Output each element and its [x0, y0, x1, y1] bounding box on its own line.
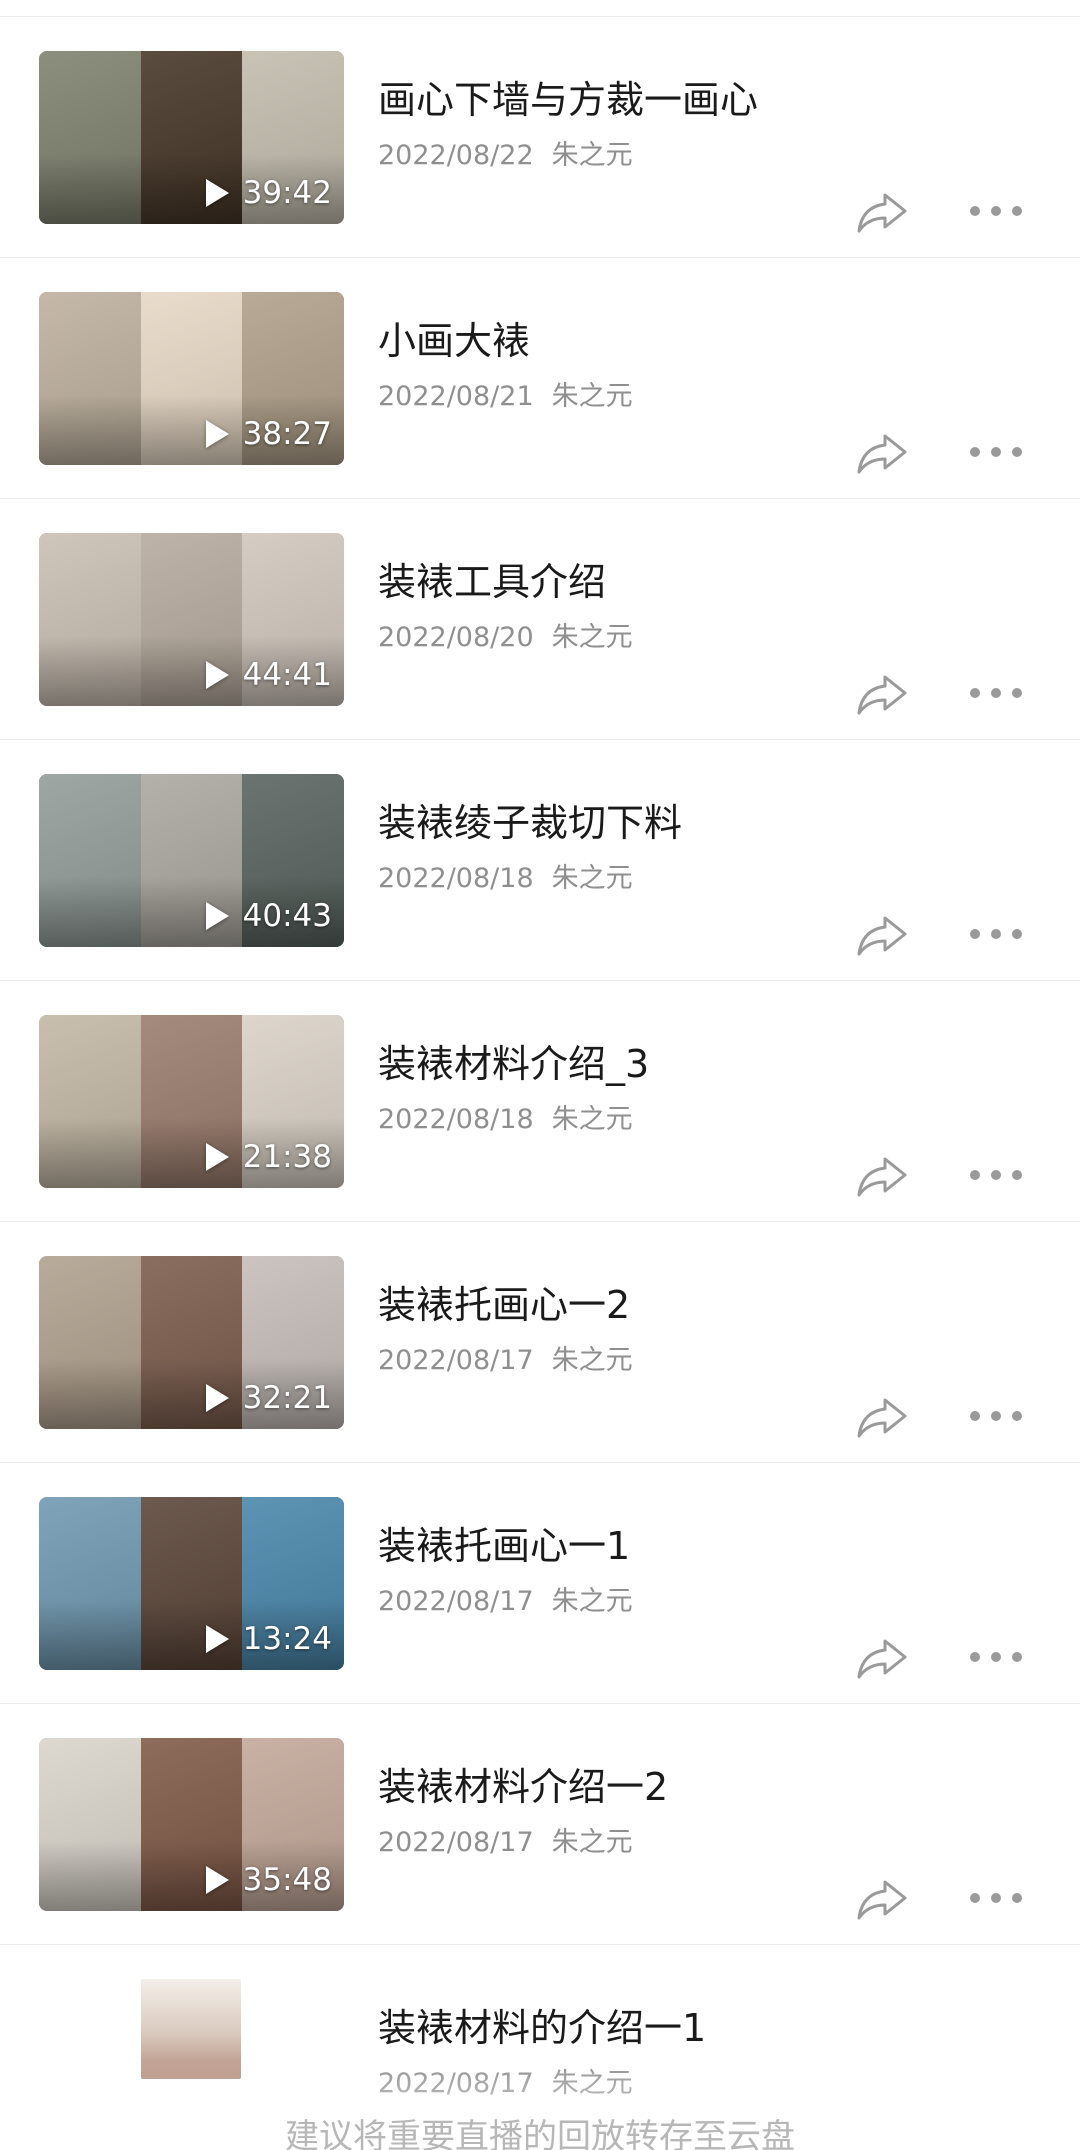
more-options-icon[interactable] — [970, 1408, 1022, 1424]
duration-badge: 21:38 — [205, 1139, 332, 1175]
duration-badge: 44:41 — [205, 657, 332, 693]
video-item[interactable]: 44:41 装裱工具介绍 2022/08/20 朱之元 — [0, 499, 1080, 740]
duration-badge: 39:42 — [205, 175, 332, 211]
video-meta: 2022/08/17 朱之元 — [378, 1345, 633, 1377]
video-meta: 2022/08/22 朱之元 — [378, 140, 633, 172]
video-date: 2022/08/17 — [378, 1345, 534, 1376]
video-meta: 2022/08/18 朱之元 — [378, 1104, 633, 1136]
more-options-icon[interactable] — [970, 1649, 1022, 1665]
duration-badge: 13:24 — [205, 1621, 332, 1657]
duration-badge: 38:27 — [205, 416, 332, 452]
share-icon[interactable] — [855, 430, 909, 476]
video-item[interactable]: 13:24 装裱托画心一1 2022/08/17 朱之元 — [0, 1463, 1080, 1704]
video-item[interactable]: 35:48 装裱材料介绍一2 2022/08/17 朱之元 — [0, 1704, 1080, 1945]
video-meta: 2022/08/20 朱之元 — [378, 622, 633, 654]
video-thumbnail[interactable]: 38:27 — [39, 292, 344, 465]
video-date: 2022/08/22 — [378, 140, 534, 171]
video-item[interactable]: 21:38 装裱材料介绍_3 2022/08/18 朱之元 — [0, 981, 1080, 1222]
duration-text: 40:43 — [242, 898, 332, 934]
play-icon — [205, 1384, 229, 1412]
video-thumbnail[interactable]: 39:42 — [39, 51, 344, 224]
duration-text: 44:41 — [242, 657, 332, 693]
video-meta: 2022/08/17 朱之元 — [378, 1586, 633, 1618]
share-icon[interactable] — [855, 1876, 909, 1922]
video-author: 朱之元 — [551, 140, 633, 171]
video-date: 2022/08/17 — [378, 1827, 534, 1858]
video-meta: 2022/08/21 朱之元 — [378, 381, 633, 413]
play-icon — [205, 1143, 229, 1171]
video-author: 朱之元 — [551, 1827, 633, 1858]
video-date: 2022/08/18 — [378, 863, 534, 894]
more-options-icon[interactable] — [970, 685, 1022, 701]
video-date: 2022/08/18 — [378, 1104, 534, 1135]
duration-badge: 35:48 — [205, 1862, 332, 1898]
duration-text: 38:27 — [242, 416, 332, 452]
video-author: 朱之元 — [551, 863, 633, 894]
video-meta: 2022/08/18 朱之元 — [378, 863, 633, 895]
duration-text: 21:38 — [242, 1139, 332, 1175]
video-thumbnail[interactable]: 32:21 — [39, 1256, 344, 1429]
video-date: 2022/08/17 — [378, 1586, 534, 1617]
share-icon[interactable] — [855, 1394, 909, 1440]
share-icon[interactable] — [855, 671, 909, 717]
video-thumbnail[interactable]: 21:38 — [39, 1015, 344, 1188]
video-thumbnail[interactable]: 35:48 — [39, 1738, 344, 1911]
more-options-icon[interactable] — [970, 926, 1022, 942]
video-title: 装裱绫子裁切下料 — [378, 801, 683, 845]
video-title: 装裱工具介绍 — [378, 560, 607, 604]
more-options-icon[interactable] — [970, 1167, 1022, 1183]
video-title: 画心下墙与方裁一画心 — [378, 78, 759, 122]
video-title: 装裱材料的介绍一1 — [378, 2006, 707, 2050]
video-title: 装裱托画心一1 — [378, 1524, 631, 1568]
video-thumbnail[interactable]: 40:43 — [39, 774, 344, 947]
share-icon[interactable] — [855, 1635, 909, 1681]
more-options-icon[interactable] — [970, 1890, 1022, 1906]
duration-text: 13:24 — [242, 1621, 332, 1657]
video-item[interactable]: 38:27 小画大裱 2022/08/21 朱之元 — [0, 258, 1080, 499]
duration-badge: 32:21 — [205, 1380, 332, 1416]
play-icon — [205, 1625, 229, 1653]
video-author: 朱之元 — [551, 1586, 633, 1617]
share-icon[interactable] — [855, 912, 909, 958]
video-item[interactable]: 39:42 画心下墙与方裁一画心 2022/08/22 朱之元 — [0, 17, 1080, 258]
video-author: 朱之元 — [551, 622, 633, 653]
duration-text: 32:21 — [242, 1380, 332, 1416]
share-icon[interactable] — [855, 1153, 909, 1199]
more-options-icon[interactable] — [970, 203, 1022, 219]
duration-text: 39:42 — [242, 175, 332, 211]
video-author: 朱之元 — [551, 1345, 633, 1376]
video-item[interactable]: 32:21 装裱托画心一2 2022/08/17 朱之元 — [0, 1222, 1080, 1463]
video-date: 2022/08/21 — [378, 381, 534, 412]
video-meta: 2022/08/17 朱之元 — [378, 1827, 633, 1859]
video-author: 朱之元 — [551, 381, 633, 412]
play-icon — [205, 902, 229, 930]
play-icon — [205, 661, 229, 689]
more-options-icon[interactable] — [970, 444, 1022, 460]
play-icon — [205, 179, 229, 207]
video-title: 小画大裱 — [378, 319, 531, 363]
footer-hint: 建议将重要直播的回放转存至云盘 — [285, 2117, 795, 2150]
duration-text: 35:48 — [242, 1862, 332, 1898]
video-title: 装裱托画心一2 — [378, 1283, 631, 1327]
video-date: 2022/08/20 — [378, 622, 534, 653]
play-icon — [205, 1866, 229, 1894]
video-thumbnail[interactable]: 44:41 — [39, 533, 344, 706]
video-title: 装裱材料介绍一2 — [378, 1765, 669, 1809]
duration-badge: 40:43 — [205, 898, 332, 934]
video-item[interactable]: 40:43 装裱绫子裁切下料 2022/08/18 朱之元 — [0, 740, 1080, 981]
share-icon[interactable] — [855, 189, 909, 235]
play-icon — [205, 420, 229, 448]
video-author: 朱之元 — [551, 1104, 633, 1135]
video-thumbnail[interactable]: 13:24 — [39, 1497, 344, 1670]
video-list-page: 39:42 画心下墙与方裁一画心 2022/08/22 朱之元 38:27 小画大… — [0, 0, 1080, 2150]
video-list: 39:42 画心下墙与方裁一画心 2022/08/22 朱之元 38:27 小画大… — [0, 17, 1080, 2145]
video-title: 装裱材料介绍_3 — [378, 1042, 650, 1086]
